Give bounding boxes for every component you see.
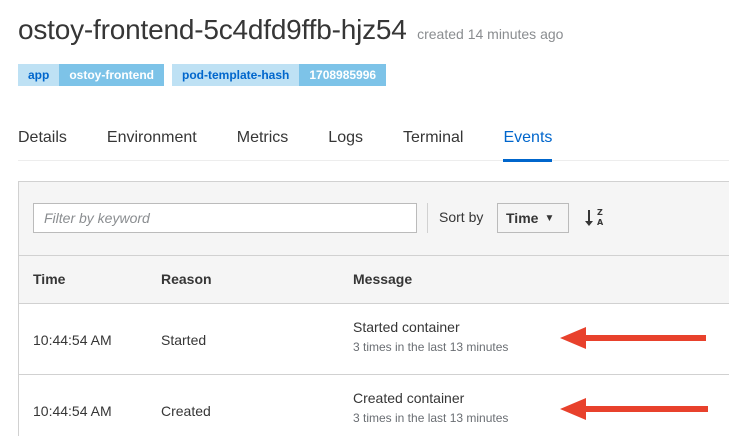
filter-input[interactable]	[33, 203, 417, 233]
label-key: pod-template-hash	[172, 64, 300, 86]
event-time: 10:44:54 AM	[33, 332, 112, 348]
pod-labels: app ostoy-frontend pod-template-hash 170…	[18, 64, 387, 86]
event-message-text: Created container	[353, 390, 465, 406]
page-header: ostoy-frontend-5c4dfd9ffb-hjz54 created …	[18, 14, 563, 46]
tab-details[interactable]: Details	[18, 124, 67, 161]
label-key: app	[18, 64, 60, 86]
sort-select-value: Time	[506, 210, 539, 226]
sort-select[interactable]: Time ▼	[497, 203, 569, 233]
label-value: 1708985996	[299, 64, 387, 86]
page-title: ostoy-frontend-5c4dfd9ffb-hjz54	[18, 14, 407, 45]
tab-events[interactable]: Events	[503, 124, 552, 162]
column-header-message[interactable]: Message	[353, 271, 412, 287]
sort-alpha-asc-icon[interactable]: Z A	[584, 203, 606, 233]
chevron-down-icon: ▼	[544, 212, 555, 224]
tab-bar: Details Environment Metrics Logs Termina…	[18, 124, 729, 162]
tab-metrics[interactable]: Metrics	[237, 124, 289, 161]
toolbar-divider	[427, 203, 428, 233]
label-app[interactable]: app ostoy-frontend	[18, 64, 164, 86]
column-header-reason[interactable]: Reason	[161, 271, 212, 287]
event-reason: Started	[161, 332, 207, 348]
event-message-detail: 3 times in the last 13 minutes	[353, 411, 509, 425]
table-header: Time Reason Message	[19, 256, 729, 304]
tab-logs[interactable]: Logs	[328, 124, 363, 161]
annotation-arrow-icon	[560, 398, 708, 420]
label-pod-template-hash[interactable]: pod-template-hash 1708985996	[172, 64, 387, 86]
annotation-arrow-icon	[560, 327, 706, 349]
label-value: ostoy-frontend	[59, 64, 164, 86]
created-timestamp: created 14 minutes ago	[417, 26, 564, 42]
events-toolbar: Sort by Time ▼ Z A	[19, 182, 729, 256]
tab-terminal[interactable]: Terminal	[403, 124, 463, 161]
event-time: 10:44:54 AM	[33, 403, 112, 419]
column-header-time[interactable]: Time	[33, 271, 65, 287]
tab-environment[interactable]: Environment	[107, 124, 197, 161]
event-message: Started container 3 times in the last 13…	[353, 319, 508, 354]
sort-by-label: Sort by	[439, 209, 484, 225]
event-message: Created container 3 times in the last 13…	[353, 390, 508, 425]
svg-text:Z: Z	[597, 208, 603, 217]
event-message-text: Started container	[353, 319, 460, 335]
event-message-detail: 3 times in the last 13 minutes	[353, 340, 509, 354]
event-reason: Created	[161, 403, 211, 419]
svg-text:A: A	[597, 218, 604, 227]
